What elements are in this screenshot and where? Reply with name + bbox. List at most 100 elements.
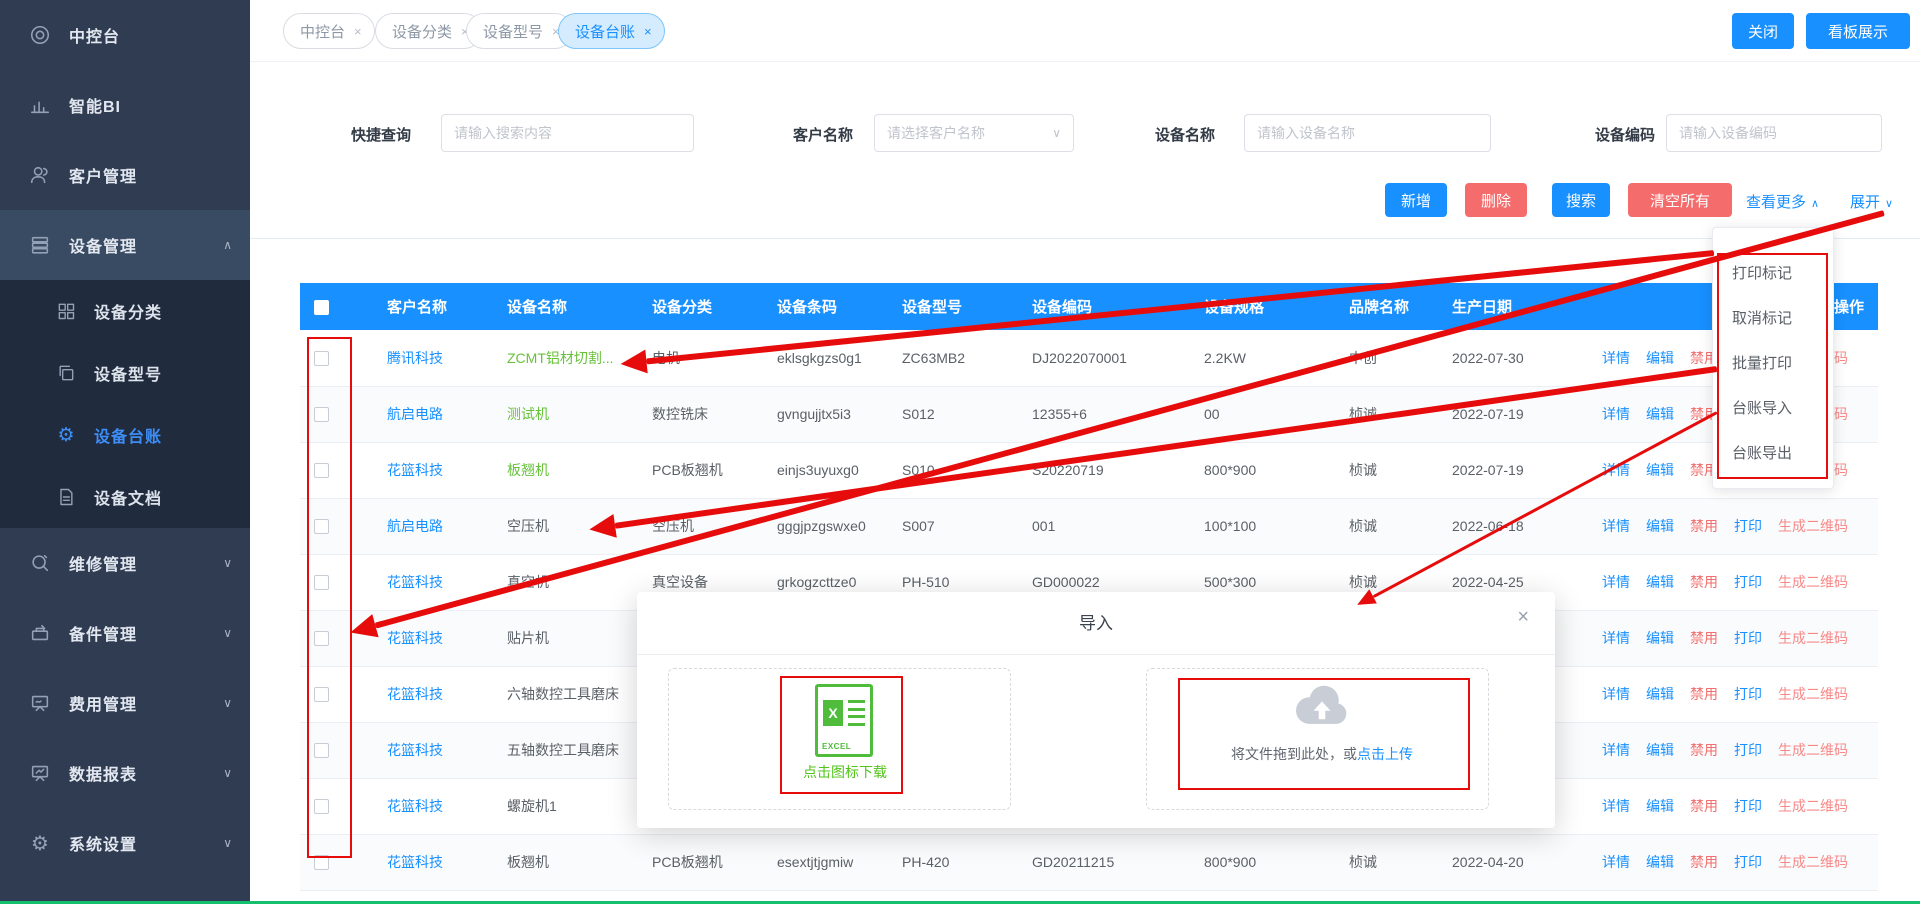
edit-link[interactable]: 编辑 — [1646, 348, 1674, 368]
excel-file-icon[interactable]: X EXCEL — [815, 684, 873, 757]
sidebar-item-device-ledger[interactable]: ⚙ 设备台账 — [0, 404, 250, 466]
device-name-link[interactable]: 测试机 — [507, 406, 549, 422]
edit-link[interactable]: 编辑 — [1646, 852, 1674, 872]
customer-link[interactable]: 花篮科技 — [387, 574, 443, 590]
delete-button[interactable]: 删除 — [1465, 183, 1527, 217]
menu-item-cancel-mark[interactable]: 取消标记 — [1713, 296, 1833, 341]
sidebar-item-settings[interactable]: ⚙ 系统设置 ∨ — [0, 808, 250, 878]
detail-link[interactable]: 详情 — [1602, 460, 1630, 480]
tab-device-ledger[interactable]: 设备台账 × — [558, 13, 665, 49]
device-name-link[interactable]: 板翘机 — [507, 854, 549, 870]
row-checkbox[interactable] — [314, 855, 329, 870]
print-link[interactable]: 打印 — [1734, 572, 1762, 592]
disable-link[interactable]: 禁用 — [1690, 628, 1718, 648]
customer-link[interactable]: 花篮科技 — [387, 630, 443, 646]
device-name-link[interactable]: 板翘机 — [507, 462, 549, 478]
detail-link[interactable]: 详情 — [1602, 348, 1630, 368]
generate-qr-link[interactable]: 生成二维码 — [1778, 740, 1848, 760]
customer-name-select[interactable]: 请选择客户名称 ∨ — [874, 114, 1074, 152]
row-checkbox[interactable] — [314, 743, 329, 758]
row-checkbox[interactable] — [314, 687, 329, 702]
detail-link[interactable]: 详情 — [1602, 572, 1630, 592]
sidebar-item-reports[interactable]: 数据报表 ∨ — [0, 738, 250, 808]
board-display-button[interactable]: 看板展示 — [1806, 13, 1910, 49]
edit-link[interactable]: 编辑 — [1646, 796, 1674, 816]
sidebar-item-device-model[interactable]: 设备型号 — [0, 342, 250, 404]
disable-link[interactable]: 禁用 — [1690, 796, 1718, 816]
generate-qr-link[interactable]: 生成二维码 — [1778, 796, 1848, 816]
detail-link[interactable]: 详情 — [1602, 740, 1630, 760]
row-checkbox[interactable] — [314, 575, 329, 590]
disable-link[interactable]: 禁用 — [1690, 572, 1718, 592]
disable-link[interactable]: 禁用 — [1690, 516, 1718, 536]
sidebar-item-repair[interactable]: 维修管理 ∨ — [0, 528, 250, 598]
clear-all-button[interactable]: 清空所有 — [1628, 183, 1732, 217]
close-icon[interactable]: × — [644, 24, 652, 39]
customer-link[interactable]: 花篮科技 — [387, 686, 443, 702]
edit-link[interactable]: 编辑 — [1646, 572, 1674, 592]
disable-link[interactable]: 禁用 — [1690, 684, 1718, 704]
row-checkbox[interactable] — [314, 407, 329, 422]
generate-qr-link[interactable]: 生成二维码 — [1778, 628, 1848, 648]
edit-link[interactable]: 编辑 — [1646, 628, 1674, 648]
detail-link[interactable]: 详情 — [1602, 516, 1630, 536]
add-button[interactable]: 新增 — [1385, 183, 1447, 217]
row-checkbox[interactable] — [314, 351, 329, 366]
device-name-input[interactable] — [1244, 114, 1491, 152]
generate-qr-link[interactable]: 生成二维码 — [1778, 572, 1848, 592]
customer-link[interactable]: 航启电路 — [387, 406, 443, 422]
print-link[interactable]: 打印 — [1734, 796, 1762, 816]
generate-qr-link[interactable]: 生成二维码 — [1778, 852, 1848, 872]
close-page-button[interactable]: 关闭 — [1732, 13, 1794, 49]
disable-link[interactable]: 禁用 — [1690, 740, 1718, 760]
sidebar-item-console[interactable]: 中控台 — [0, 0, 250, 70]
device-name-link[interactable]: 真空机 — [507, 574, 549, 590]
download-template-link[interactable]: 点击图标下载 — [755, 762, 935, 782]
sidebar-item-expense[interactable]: 费用管理 ∨ — [0, 668, 250, 738]
sidebar-item-bi[interactable]: 智能BI — [0, 70, 250, 140]
sidebar-item-spare-parts[interactable]: 备件管理 ∨ — [0, 598, 250, 668]
view-more-link[interactable]: 查看更多∧ — [1746, 191, 1819, 212]
edit-link[interactable]: 编辑 — [1646, 684, 1674, 704]
sidebar-item-devices[interactable]: 设备管理 ∧ — [0, 210, 250, 280]
close-icon[interactable]: × — [354, 24, 362, 39]
device-name-link[interactable]: 六轴数控工具磨床 — [507, 686, 619, 702]
detail-link[interactable]: 详情 — [1602, 796, 1630, 816]
print-link[interactable]: 打印 — [1734, 684, 1762, 704]
sidebar-item-device-doc[interactable]: 设备文档 — [0, 466, 250, 528]
customer-link[interactable]: 航启电路 — [387, 518, 443, 534]
row-checkbox[interactable] — [314, 631, 329, 646]
print-link[interactable]: 打印 — [1734, 516, 1762, 536]
tab-console[interactable]: 中控台 × — [283, 13, 375, 49]
row-checkbox[interactable] — [314, 519, 329, 534]
quick-search-input[interactable] — [441, 114, 694, 152]
edit-link[interactable]: 编辑 — [1646, 460, 1674, 480]
edit-link[interactable]: 编辑 — [1646, 404, 1674, 424]
edit-link[interactable]: 编辑 — [1646, 516, 1674, 536]
customer-link[interactable]: 花篮科技 — [387, 742, 443, 758]
device-name-link[interactable]: 五轴数控工具磨床 — [507, 742, 619, 758]
customer-link[interactable]: 花篮科技 — [387, 462, 443, 478]
close-icon[interactable]: × — [1517, 606, 1529, 629]
detail-link[interactable]: 详情 — [1602, 852, 1630, 872]
expand-link[interactable]: 展开∨ — [1850, 191, 1893, 212]
device-name-link[interactable]: 空压机 — [507, 518, 549, 534]
print-link[interactable]: 打印 — [1734, 628, 1762, 648]
menu-item-ledger-import[interactable]: 台账导入 — [1713, 386, 1833, 431]
generate-qr-link[interactable]: 生成二维码 — [1778, 684, 1848, 704]
customer-link[interactable]: 花篮科技 — [387, 798, 443, 814]
upload-link[interactable]: 点击上传 — [1357, 746, 1413, 762]
select-all-checkbox[interactable] — [314, 300, 329, 315]
detail-link[interactable]: 详情 — [1602, 628, 1630, 648]
menu-item-batch-print[interactable]: 批量打印 — [1713, 341, 1833, 386]
menu-item-ledger-export[interactable]: 台账导出 — [1713, 431, 1833, 476]
tab-device-model[interactable]: 设备型号 × — [466, 13, 573, 49]
generate-qr-link[interactable]: 生成二维码 — [1778, 516, 1848, 536]
device-name-link[interactable]: ZCMT铝材切割... — [507, 350, 614, 366]
print-link[interactable]: 打印 — [1734, 740, 1762, 760]
customer-link[interactable]: 腾讯科技 — [387, 350, 443, 366]
sidebar-item-device-category[interactable]: 设备分类 — [0, 280, 250, 342]
sidebar-item-customers[interactable]: 客户管理 — [0, 140, 250, 210]
device-code-input[interactable] — [1666, 114, 1882, 152]
edit-link[interactable]: 编辑 — [1646, 740, 1674, 760]
